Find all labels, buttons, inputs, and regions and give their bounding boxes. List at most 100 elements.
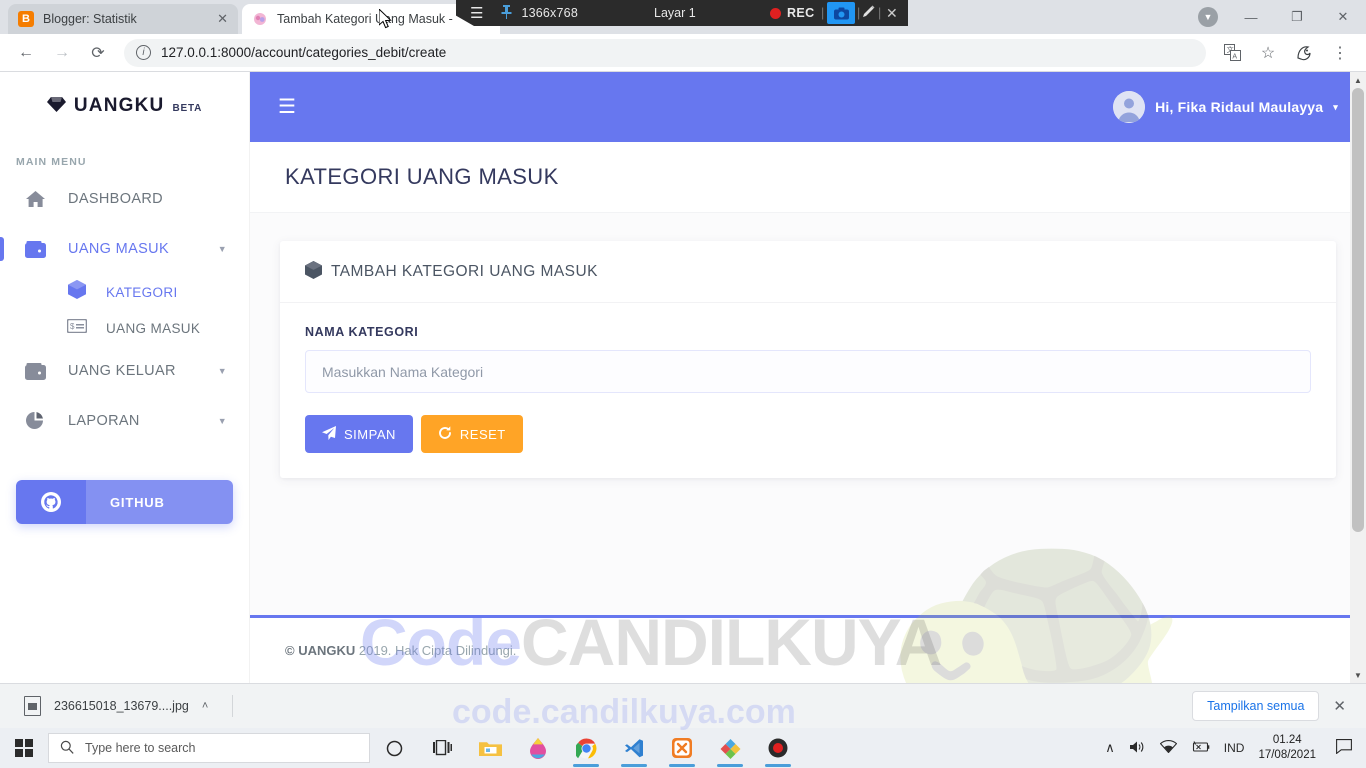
- sidebar-item-uang-masuk[interactable]: UANG MASUK ▼: [0, 224, 249, 274]
- page-header: KATEGORI UANG MASUK: [250, 142, 1366, 213]
- wallet-icon: [24, 240, 46, 258]
- downloads-shelf: 236615018_13679....jpg ˄ Tampilkan semua…: [0, 683, 1366, 728]
- clock-time: 01.24: [1272, 734, 1302, 746]
- recorder-rec-label[interactable]: REC: [787, 6, 815, 20]
- sidebar-subitem-kategori[interactable]: KATEGORI: [0, 274, 249, 310]
- recorder-menu-icon[interactable]: ☰: [470, 6, 483, 21]
- sidebar-item-label: UANG KELUAR: [68, 363, 176, 379]
- page-scrollbar[interactable]: ▲ ▼: [1350, 72, 1366, 683]
- form-actions: SIMPAN RESET: [305, 415, 1311, 453]
- shelf-divider: [232, 695, 234, 717]
- uangku-icon: [252, 11, 268, 27]
- home-icon: [24, 190, 46, 208]
- sidebar-subitem-label: UANG MASUK: [106, 320, 201, 336]
- user-menu[interactable]: Hi, Fika Ridaul Maulayya ▾: [1113, 91, 1338, 123]
- image-file-icon: [24, 696, 41, 716]
- screen-recorder-icon[interactable]: [754, 728, 802, 768]
- site-info-icon[interactable]: i: [136, 45, 151, 60]
- cortana-circle-icon[interactable]: [370, 728, 418, 768]
- chevron-down-icon: ▼: [217, 366, 227, 376]
- close-button[interactable]: ✕: [1320, 0, 1366, 34]
- download-item[interactable]: 236615018_13679....jpg ˄: [14, 691, 218, 721]
- page-viewport: UANGKU BETA MAIN MENU DASHBOARD UANG MAS…: [0, 72, 1366, 683]
- restore-button[interactable]: ❐: [1274, 0, 1320, 34]
- camera-icon[interactable]: [827, 2, 855, 24]
- bookmark-star-icon[interactable]: ☆: [1253, 38, 1283, 68]
- sidebar-item-laporan[interactable]: LAPORAN ▼: [0, 396, 249, 446]
- paint-3d-icon[interactable]: [514, 728, 562, 768]
- close-icon[interactable]: ✕: [217, 11, 228, 27]
- scrollbar-thumb[interactable]: [1352, 88, 1364, 532]
- notification-icon[interactable]: [1330, 738, 1358, 758]
- file-explorer-icon[interactable]: [466, 728, 514, 768]
- extension-icon[interactable]: [1289, 38, 1319, 68]
- tray-chevron-icon[interactable]: ∧: [1105, 740, 1115, 756]
- reload-icon[interactable]: ⟳: [83, 38, 113, 68]
- address-bar[interactable]: i 127.0.0.1:8000/account/categories_debi…: [124, 38, 1206, 67]
- gem-icon: [46, 96, 66, 117]
- sidebar-subitem-uang-masuk[interactable]: $ UANG MASUK: [0, 310, 249, 346]
- language-indicator[interactable]: IND: [1224, 741, 1245, 755]
- chrome-icon[interactable]: [562, 728, 610, 768]
- clock[interactable]: 01.24 17/08/2021: [1258, 733, 1316, 763]
- task-view-icon[interactable]: [418, 728, 466, 768]
- nama-kategori-input[interactable]: [305, 350, 1311, 393]
- brand-badge: BETA: [172, 102, 203, 114]
- pin-icon[interactable]: [501, 4, 512, 22]
- browser-tab-inactive[interactable]: B Blogger: Statistik ✕: [8, 4, 238, 34]
- search-icon: [60, 740, 74, 757]
- hamburger-icon[interactable]: ☰: [278, 97, 296, 117]
- card-title: TAMBAH KATEGORI UANG MASUK: [331, 262, 598, 280]
- download-indicator-icon[interactable]: ▼: [1198, 7, 1218, 27]
- recorder-screen-label: Layar 1: [654, 6, 696, 20]
- paper-plane-icon: [322, 426, 336, 442]
- vscode-icon[interactable]: [610, 728, 658, 768]
- svg-text:$: $: [70, 322, 75, 331]
- scroll-down-arrow-icon[interactable]: ▼: [1350, 667, 1366, 683]
- close-shelf-icon[interactable]: ✕: [1333, 697, 1352, 715]
- simpan-button[interactable]: SIMPAN: [305, 415, 413, 453]
- minimize-button[interactable]: —: [1228, 0, 1274, 34]
- brand-name: UANGKU: [73, 95, 165, 116]
- forward-icon[interactable]: →: [47, 38, 77, 68]
- sidebar-item-uang-keluar[interactable]: UANG KELUAR ▼: [0, 346, 249, 396]
- simpan-button-label: SIMPAN: [344, 426, 396, 442]
- volume-icon[interactable]: [1129, 740, 1146, 757]
- pencil-icon[interactable]: [862, 5, 875, 21]
- chevron-down-icon: ▾: [1333, 101, 1338, 112]
- battery-icon[interactable]: [1191, 740, 1210, 756]
- wifi-icon[interactable]: [1159, 740, 1178, 756]
- browser-toolbar-right: 文 A ☆ ⋮: [1214, 38, 1358, 68]
- paint-net-icon[interactable]: [706, 728, 754, 768]
- sidebar-subitem-label: KATEGORI: [106, 284, 178, 300]
- screen: B Blogger: Statistik ✕ Tambah Kategori U…: [0, 0, 1366, 768]
- content-area: TAMBAH KATEGORI UANG MASUK NAMA KATEGORI: [250, 213, 1366, 478]
- clock-date: 17/08/2021: [1258, 749, 1316, 761]
- pie-chart-icon: [24, 411, 46, 431]
- system-tray: ∧ IND 01.24 17/08/2021: [1105, 733, 1366, 763]
- chrome-menu-icon[interactable]: ⋮: [1325, 38, 1355, 68]
- github-button[interactable]: GITHUB: [16, 480, 233, 524]
- screen-recorder-toolbar[interactable]: ☰ 1366x768 Layar 1 REC | | | ✕: [456, 0, 908, 26]
- translate-icon[interactable]: 文 A: [1217, 38, 1247, 68]
- reset-button[interactable]: RESET: [420, 415, 523, 453]
- sidebar-menu-title: MAIN MENU: [16, 156, 87, 168]
- refresh-icon: [438, 426, 452, 442]
- back-icon[interactable]: ←: [11, 38, 41, 68]
- sidebar-item-dashboard[interactable]: DASHBOARD: [0, 174, 249, 224]
- chevron-up-icon[interactable]: ˄: [202, 700, 208, 712]
- chevron-down-icon: ▼: [217, 244, 227, 254]
- main-content: ☰ Hi, Fika Ridaul Maulayya ▾ KATEGORI UA…: [250, 72, 1366, 683]
- recorder-close-icon[interactable]: ✕: [886, 5, 898, 22]
- show-all-downloads-button[interactable]: Tampilkan semua: [1192, 691, 1320, 721]
- wallet-icon: [24, 362, 46, 380]
- taskbar-search[interactable]: Type here to search: [48, 733, 370, 763]
- scroll-up-arrow-icon[interactable]: ▲: [1350, 72, 1366, 88]
- card-body: NAMA KATEGORI SIMPAN: [280, 303, 1336, 478]
- start-button[interactable]: [0, 728, 48, 768]
- recorder-resolution: 1366x768: [521, 6, 578, 20]
- form-card: TAMBAH KATEGORI UANG MASUK NAMA KATEGORI: [280, 241, 1336, 478]
- xampp-icon[interactable]: [658, 728, 706, 768]
- brand-logo[interactable]: UANGKU BETA: [0, 72, 249, 140]
- blogger-icon: B: [18, 11, 34, 27]
